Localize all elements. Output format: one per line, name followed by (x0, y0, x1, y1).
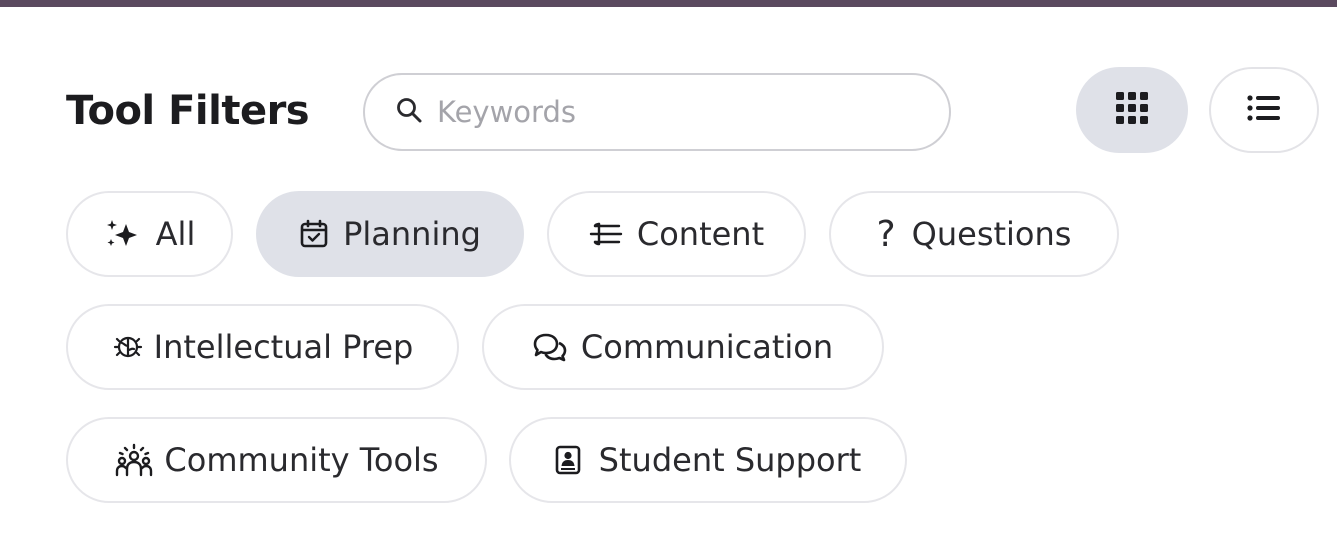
calendar-check-icon (299, 219, 329, 249)
filter-chip-planning[interactable]: Planning (256, 191, 524, 277)
filter-chip-label: Questions (911, 215, 1072, 253)
filter-chip-label: Content (636, 215, 765, 253)
filter-chip-questions[interactable]: ? Questions (829, 191, 1119, 277)
filter-chip-label: Intellectual Prep (153, 328, 414, 366)
list-view-icon (1247, 94, 1281, 126)
grid-view-button[interactable] (1076, 67, 1188, 153)
filter-chip-communication[interactable]: Communication (482, 304, 884, 390)
filter-chip-label: Community Tools (164, 441, 439, 479)
brain-icon (112, 332, 144, 362)
filter-chip-label: Communication (580, 328, 834, 366)
student-badge-icon (555, 445, 581, 475)
list-view-button[interactable] (1209, 67, 1319, 153)
grid-view-icon (1115, 91, 1149, 129)
search-icon (395, 96, 423, 128)
community-people-icon (114, 443, 154, 477)
top-accent-bar (0, 0, 1337, 7)
question-mark-icon: ? (876, 213, 896, 255)
filter-chip-student-support[interactable]: Student Support (509, 417, 907, 503)
filter-chip-intellectual-prep[interactable]: Intellectual Prep (66, 304, 459, 390)
filter-chip-all[interactable]: All (66, 191, 233, 277)
search-input[interactable] (435, 94, 919, 130)
layers-content-icon (589, 220, 623, 248)
page-title: Tool Filters (66, 88, 310, 134)
filter-chip-label: All (155, 215, 196, 253)
filter-chip-content[interactable]: Content (547, 191, 806, 277)
filter-chip-label: Planning (343, 215, 481, 253)
sparkles-icon (104, 218, 142, 250)
filter-chip-label: Student Support (598, 441, 862, 479)
search-box[interactable] (363, 73, 951, 151)
chat-bubbles-icon (533, 332, 567, 362)
filter-chip-community-tools[interactable]: Community Tools (66, 417, 487, 503)
